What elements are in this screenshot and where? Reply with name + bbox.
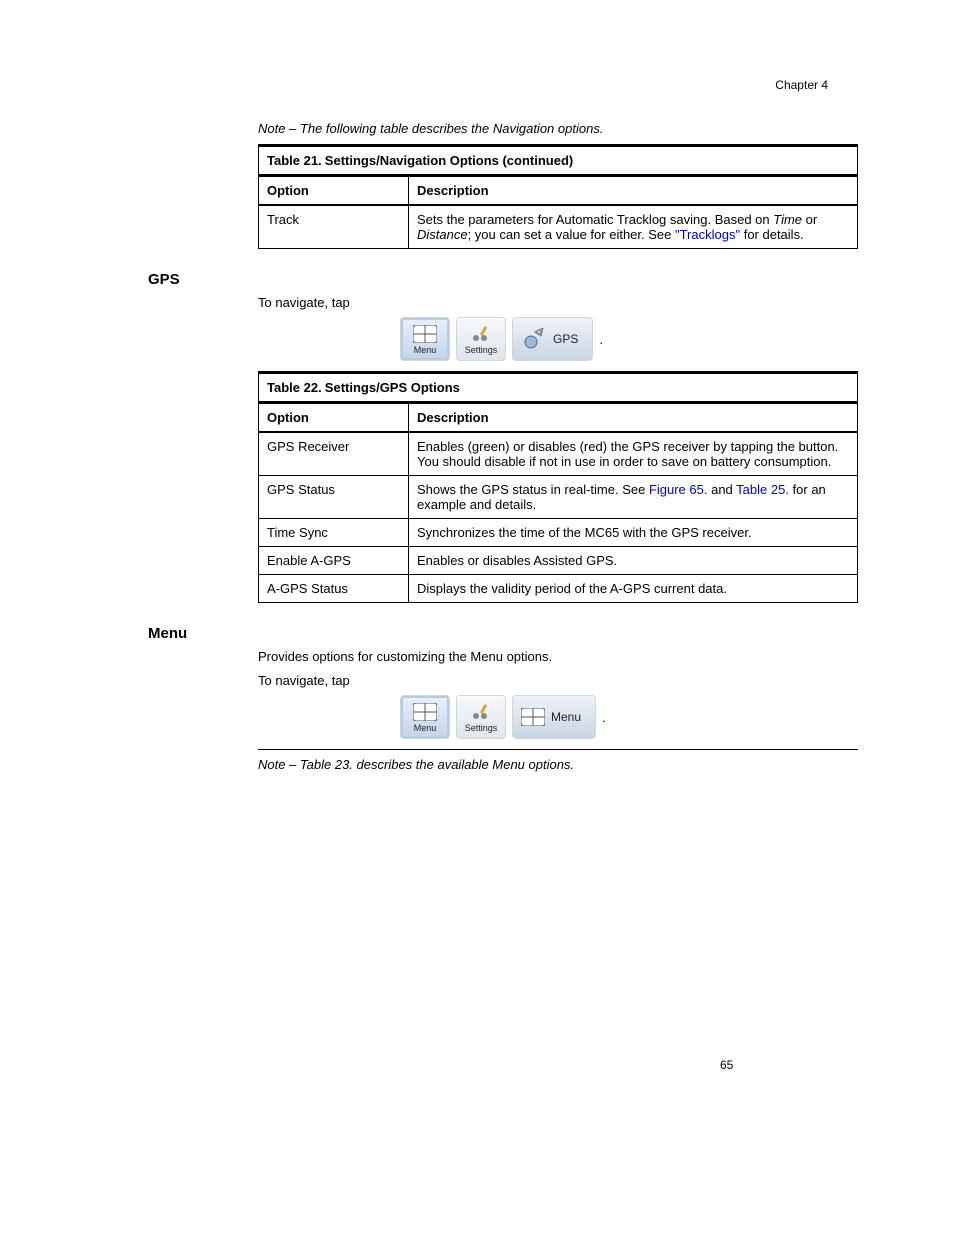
table-row: A-GPS Status Displays the validity perio… — [259, 575, 858, 603]
chapter-header: Chapter 4 — [148, 78, 828, 92]
settings-button[interactable]: Settings — [456, 695, 506, 739]
table-row: Time Sync Synchronizes the time of the M… — [259, 519, 858, 547]
table1-caption: Table 21. Settings/Navigation Options (c… — [258, 144, 858, 176]
figure65-link[interactable]: Figure 65. — [649, 482, 708, 497]
table2-header-option: Option — [259, 404, 409, 433]
table1-row0-desc: Sets the parameters for Automatic Trackl… — [409, 205, 858, 249]
menu-grid-icon — [413, 701, 437, 723]
wrench-icon — [470, 701, 492, 723]
menu-grid-icon — [521, 706, 545, 728]
menu-button[interactable]: Menu — [400, 695, 450, 739]
navigation-note: Note – The following table describes the… — [258, 120, 828, 138]
table1-row0-option: Track — [259, 205, 409, 249]
gps-button[interactable]: GPS — [512, 317, 593, 361]
table-gps-options: Option Description GPS Receiver Enables … — [258, 403, 858, 603]
settings-button[interactable]: Settings — [456, 317, 506, 361]
table2-header-description: Description — [409, 404, 858, 433]
gps-heading: GPS — [148, 271, 828, 288]
tracklogs-link[interactable]: "Tracklogs" — [675, 227, 740, 242]
table-row: Track Sets the parameters for Automatic … — [259, 205, 858, 249]
menu-note: Note – Table 23. describes the available… — [258, 756, 828, 774]
menu-nav-line: To navigate, tap — [258, 672, 828, 690]
page-number: 65 — [720, 1058, 733, 1072]
menu-wide-button[interactable]: Menu — [512, 695, 596, 739]
satellite-icon — [521, 328, 547, 350]
table-row: Enable A-GPS Enables or disables Assiste… — [259, 547, 858, 575]
menu-button[interactable]: Menu — [400, 317, 450, 361]
table-row: GPS Status Shows the GPS status in real-… — [259, 476, 858, 519]
divider — [258, 749, 858, 750]
table1-header-option: Option — [259, 176, 409, 205]
gps-nav-toolbar: Menu Settings GPS . — [400, 317, 828, 361]
table2-caption: Table 22. Settings/GPS Options — [258, 371, 858, 403]
page-content: Chapter 4 Note – The following table des… — [148, 78, 828, 780]
menu-grid-icon — [413, 323, 437, 345]
gps-nav-line: To navigate, tap — [258, 294, 828, 312]
table-navigation-options: Option Description Track Sets the parame… — [258, 176, 858, 249]
menu-heading: Menu — [148, 625, 828, 642]
wrench-icon — [470, 323, 492, 345]
table25-link[interactable]: Table 25. — [736, 482, 789, 497]
table1-header-description: Description — [409, 176, 858, 205]
menu-description: Provides options for customizing the Men… — [258, 648, 828, 666]
menu-nav-toolbar: Menu Settings Menu . — [400, 695, 828, 739]
table-row: GPS Receiver Enables (green) or disables… — [259, 432, 858, 476]
